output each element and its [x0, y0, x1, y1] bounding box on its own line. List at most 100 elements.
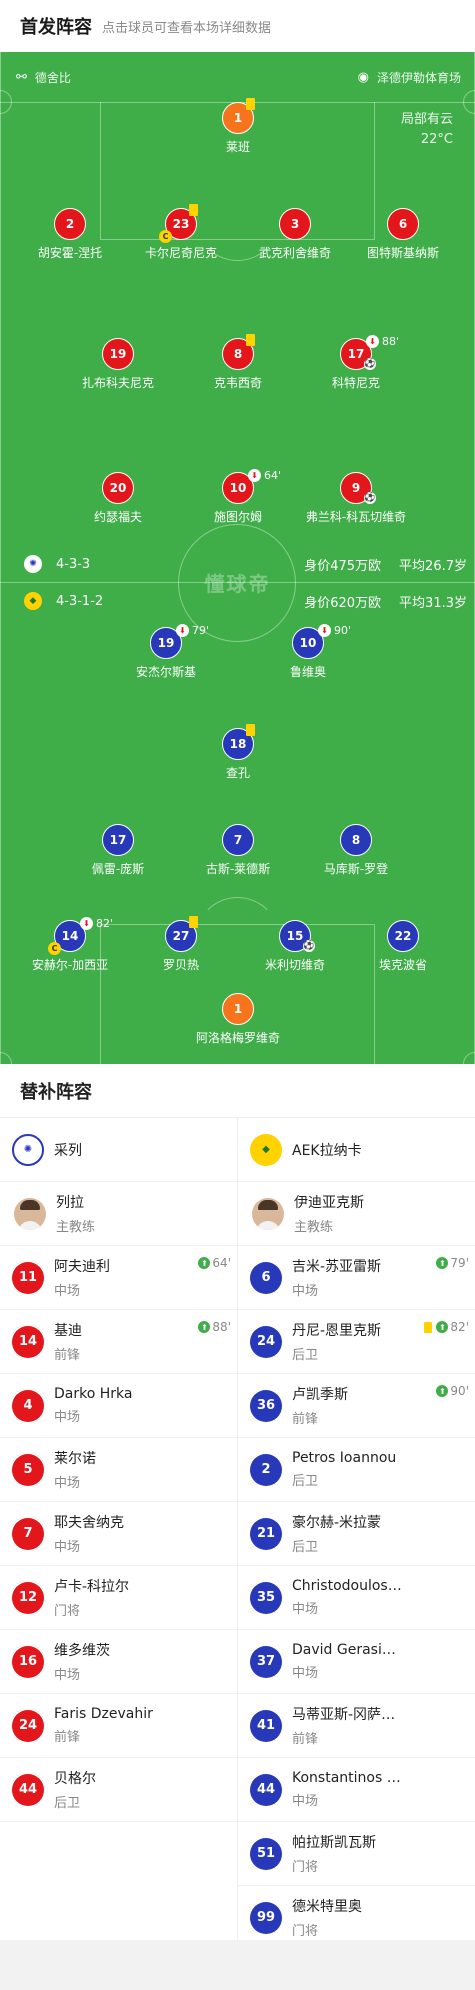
page-subtitle: 点击球员可查看本场详细数据: [102, 20, 272, 36]
player-name: 吉米-苏亚雷斯: [292, 1259, 382, 1275]
sub-in-minute: 64': [212, 1256, 231, 1270]
player-name: 佩雷-庞斯: [91, 862, 145, 876]
player-home[interactable]: 19 扎布科夫尼克: [58, 338, 178, 390]
temperature: 22°C: [420, 132, 453, 147]
sub-player-row[interactable]: 12 卢卡-科拉尔 门将: [0, 1566, 237, 1630]
player-away[interactable]: 14 ⬇ 82' C 安赫尔-加西亚: [10, 916, 130, 972]
home-team-logo-icon: ✺: [12, 1133, 44, 1166]
sub-minute: 88': [382, 334, 400, 348]
sub-player-row[interactable]: 36 卢凯季斯 前锋 ⬆ 90': [238, 1374, 475, 1438]
player-home-gk[interactable]: 1 莱班: [178, 98, 298, 154]
player-home[interactable]: 9 ⚽ 弗兰科-科瓦切维奇: [296, 472, 416, 524]
whistle-icon: ⚯: [16, 69, 27, 85]
player-name: Christodoulos Ioannou: [292, 1578, 402, 1594]
player-name: 鲁维奥: [289, 665, 326, 679]
player-name: 图特斯基纳斯: [366, 246, 439, 260]
player-number: 16: [12, 1645, 44, 1678]
player-home[interactable]: 17 ⬇ 88' ⚽ 科特尼克: [296, 334, 416, 390]
player-name: 查孔: [225, 766, 250, 780]
player-name: 施图尔姆: [213, 510, 262, 524]
home-team-row[interactable]: ✺ 采列: [0, 1118, 237, 1182]
player-number: 99: [250, 1901, 282, 1934]
away-subs-list: 6 吉米-苏亚雷斯 中场 ⬆ 79' 24 丹尼-恩里克斯 后卫 ⬆ 82' 36 卢凯季斯 前锋 ⬆ 90…: [238, 1246, 475, 1950]
player-name: 莱班: [225, 140, 250, 154]
sub-off-icon: ⬇: [176, 623, 189, 637]
pitch: 懂球帝 ⚯ 德舍比 ◉ 泽德伊勒体育场 局部有云 22°C ✺ 4-3-3 身价…: [0, 52, 475, 1064]
sub-player-row[interactable]: 4 Darko Hrka 中场: [0, 1374, 237, 1438]
player-name: 阿洛格梅罗维奇: [195, 1031, 280, 1045]
player-name: 克韦西奇: [213, 376, 262, 390]
player-away[interactable]: 8 马库斯-罗登: [296, 824, 416, 876]
sub-player-row[interactable]: 7 耶夫舍纳克 中场: [0, 1502, 237, 1566]
yellow-card-icon: [246, 724, 255, 736]
player-home[interactable]: 6 图特斯基纳斯: [343, 208, 463, 260]
player-away[interactable]: 7 古斯-莱德斯: [178, 824, 298, 876]
sub-player-row[interactable]: 11 阿夫迪利 中场 ⬆ 64': [0, 1246, 237, 1310]
player-position: 后卫: [292, 1348, 319, 1363]
sub-off-icon: ⬇: [366, 334, 379, 348]
home-formation: 4-3-3: [56, 556, 91, 572]
away-team-row[interactable]: ◆ AEK拉纳卡: [238, 1118, 475, 1182]
player-number: 3: [279, 208, 311, 240]
player-number: 19: [102, 338, 134, 370]
player-away[interactable]: 22 埃克波省: [343, 920, 463, 972]
player-name: 基迪: [54, 1323, 82, 1339]
player-number: 37: [250, 1645, 282, 1678]
player-position: 中场: [292, 1666, 319, 1681]
player-away[interactable]: 17 佩雷-庞斯: [58, 824, 178, 876]
sub-player-row[interactable]: 44 Konstantinos Panayi 中场: [238, 1758, 475, 1822]
subs-title: 替补阵容: [0, 1064, 475, 1118]
player-position: 后卫: [292, 1540, 319, 1555]
coach-avatar: [252, 1197, 284, 1230]
player-number: 17: [102, 824, 134, 856]
player-position: 中场: [54, 1540, 81, 1555]
player-number: 44: [12, 1773, 44, 1806]
player-away[interactable]: 27 罗贝热: [121, 916, 241, 972]
player-number: 22: [387, 920, 419, 952]
substitutes-section: 替补阵容 ✺ 采列 列拉 主教练 11 阿夫迪利 中场 ⬆ 64' 14 基迪 前锋 ⬆ 88' 4…: [0, 1064, 475, 1950]
player-name: David Gerasimou: [292, 1642, 402, 1658]
player-home[interactable]: 10 ⬇ 64' 施图尔姆: [178, 468, 298, 524]
away-formation: 4-3-1-2: [56, 593, 104, 609]
player-name: 卢卡-科拉尔: [54, 1579, 130, 1595]
player-number: 41: [250, 1709, 282, 1742]
sub-player-row[interactable]: 51 帕拉斯凯瓦斯 门将: [238, 1822, 475, 1886]
player-home[interactable]: 3 武克利舍维奇: [235, 208, 355, 260]
sub-player-row[interactable]: 24 丹尼-恩里克斯 后卫 ⬆ 82': [238, 1310, 475, 1374]
player-home[interactable]: 23 C 卡尔尼奇尼克: [121, 204, 241, 260]
sub-player-row[interactable]: 24 Faris Dzevahir 前锋: [0, 1694, 237, 1758]
player-away[interactable]: 19 ⬇ 79' 安杰尔斯基: [106, 623, 226, 679]
player-position: 门将: [54, 1604, 81, 1619]
player-away[interactable]: 18 查孔: [178, 724, 298, 780]
player-home[interactable]: 20 约瑟福夫: [58, 472, 178, 524]
sub-player-row[interactable]: 37 David Gerasimou 中场: [238, 1630, 475, 1694]
player-name: 安赫尔-加西亚: [31, 958, 109, 972]
away-subs-column: ◆ AEK拉纳卡 伊迪亚克斯 主教练 6 吉米-苏亚雷斯 中场 ⬆ 79' 24 丹尼-恩里…: [238, 1118, 475, 1950]
away-coach-row[interactable]: 伊迪亚克斯 主教练: [238, 1182, 475, 1246]
player-away[interactable]: 15 ⚽ 米利切维奇: [235, 920, 355, 972]
player-away[interactable]: 10 ⬇ 90' 鲁维奥: [248, 623, 368, 679]
player-number: 44: [250, 1773, 282, 1806]
sub-player-row[interactable]: 35 Christodoulos Ioannou 中场: [238, 1566, 475, 1630]
player-position: 前锋: [54, 1348, 81, 1363]
sub-player-row[interactable]: 44 贝格尔 后卫: [0, 1758, 237, 1822]
sub-player-row[interactable]: 6 吉米-苏亚雷斯 中场 ⬆ 79': [238, 1246, 475, 1310]
home-team-name: 采列: [54, 1142, 82, 1159]
sub-player-row[interactable]: 41 马蒂亚斯-冈萨雷斯 前锋: [238, 1694, 475, 1758]
player-number: 7: [12, 1517, 44, 1550]
sub-player-row[interactable]: 99 德米特里奥 门将: [238, 1886, 475, 1950]
player-name: 马蒂亚斯-冈萨雷斯: [292, 1707, 402, 1723]
sub-player-row[interactable]: 14 基迪 前锋 ⬆ 88': [0, 1310, 237, 1374]
player-home[interactable]: 8 克韦西奇: [178, 334, 298, 390]
yellow-card-icon: [246, 98, 255, 110]
sub-player-row[interactable]: 5 莱尔诺 中场: [0, 1438, 237, 1502]
sub-player-row[interactable]: 21 豪尔赫-米拉蒙 后卫: [238, 1502, 475, 1566]
player-home[interactable]: 2 胡安霍-涅托: [10, 208, 130, 260]
player-position: 中场: [54, 1668, 81, 1683]
player-number: 14: [12, 1325, 44, 1358]
sub-player-row[interactable]: 16 维多维茨 中场: [0, 1630, 237, 1694]
sub-player-row[interactable]: 2 Petros Ioannou 后卫: [238, 1438, 475, 1502]
home-coach-row[interactable]: 列拉 主教练: [0, 1182, 237, 1246]
player-away-gk[interactable]: 1 阿洛格梅罗维奇: [178, 993, 298, 1045]
referee-info: ⚯ 德舍比: [16, 66, 71, 88]
